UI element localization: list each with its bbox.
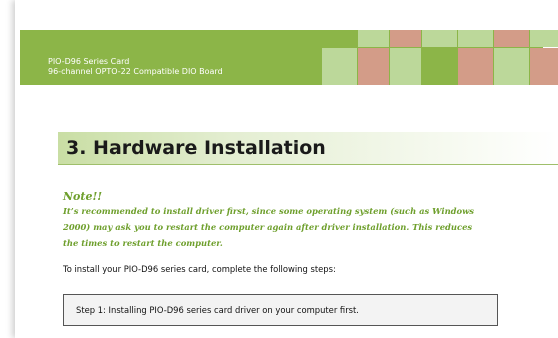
note-line: It’s recommended to install driver first…: [63, 206, 475, 216]
header-tile: [458, 48, 493, 85]
header-tile: [422, 30, 457, 47]
note-line: 2000) may ask you to restart the compute…: [63, 222, 473, 232]
section-title: 3. Hardware Installation: [66, 137, 326, 159]
header-text-block: PIO-D96 Series Card 96-channel OPTO-22 C…: [48, 57, 223, 77]
header-tile: [458, 30, 493, 47]
product-description: 96-channel OPTO-22 Compatible DIO Board: [48, 67, 223, 76]
note-line: the times to restart the computer.: [63, 238, 223, 248]
product-line-label: PIO-D96 Series Card: [48, 57, 130, 66]
header-tile: [494, 30, 529, 47]
header-tile: [494, 48, 529, 85]
header-tile: [390, 48, 421, 85]
section-title-bar: 3. Hardware Installation: [58, 132, 558, 165]
step-text: Step 1: Installing PIO-D96 series card d…: [76, 305, 359, 315]
header-tile: [358, 48, 389, 85]
header-tile: [530, 30, 558, 47]
header-tile: [358, 30, 389, 47]
header-tile: [322, 48, 357, 85]
intro-text: To install your PIO-D96 series card, com…: [63, 264, 336, 274]
note-heading: Note!!: [63, 190, 103, 203]
header-tile: [530, 48, 558, 85]
step-box: Step 1: Installing PIO-D96 series card d…: [63, 294, 498, 326]
header-tile: [390, 30, 421, 47]
header-tile: [422, 48, 457, 85]
